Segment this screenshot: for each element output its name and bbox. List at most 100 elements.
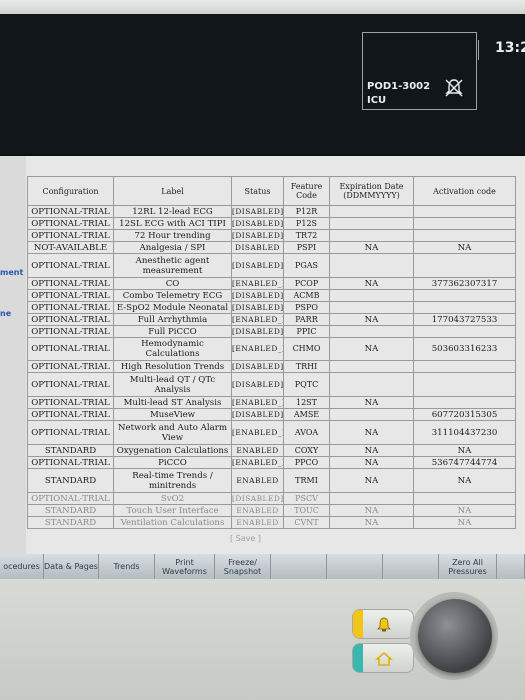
table-row[interactable]: OPTIONAL-TRIAL CO [ENABLED_] PCOP NA 37736230… [27,277,516,290]
table-row[interactable]: STANDARD Ventilation Calculations ENABLED C… [27,516,516,529]
softkey-button[interactable] [497,554,525,579]
activation-cell[interactable] [413,396,516,409]
table-row[interactable]: STANDARD Touch User Interface ENABLED TOUC N… [27,504,516,517]
status-cell: [ENABLED_] [231,456,284,469]
activation-cell[interactable]: 536747744774 [413,456,516,469]
activation-cell[interactable]: NA [413,468,516,493]
softkey-button[interactable]: Zero All Pressures [439,554,497,579]
home-button[interactable] [352,643,414,673]
table-row[interactable]: OPTIONAL-TRIAL Network and Auto Alarm Vie… [27,420,516,445]
activation-cell[interactable]: NA [413,241,516,254]
expiration-cell[interactable] [329,492,414,505]
softkey-button[interactable]: Freeze/ Snapshot [215,554,271,579]
expiration-cell[interactable] [329,217,414,230]
softkey-button[interactable]: ocedures [0,554,44,579]
activation-cell[interactable] [413,289,516,302]
table-row[interactable]: OPTIONAL-TRIAL MuseView [DISABLED] AMSE 6077… [27,408,516,421]
config-cell: OPTIONAL-TRIAL [27,492,114,505]
table-row[interactable]: STANDARD Real-time Trends / minitrends ENA… [27,468,516,493]
expiration-cell[interactable]: NA [329,241,414,254]
left-menu-item[interactable]: ment [0,268,23,277]
table-row[interactable]: OPTIONAL-TRIAL E-SpO2 Module Neonatal [DIS… [27,301,516,314]
expiration-cell[interactable]: NA [329,420,414,445]
expiration-cell[interactable] [329,205,414,218]
left-menu-item[interactable]: ne [0,309,11,318]
expiration-cell[interactable]: NA [329,444,414,457]
table-row[interactable]: OPTIONAL-TRIAL 72 Hour trending [DISABLED]… [27,229,516,242]
activation-cell[interactable]: 177043727533 [413,313,516,326]
activation-cell[interactable]: NA [413,516,516,529]
expiration-cell[interactable]: NA [329,516,414,529]
activation-cell[interactable]: 503603316233 [413,337,516,361]
softkey-button[interactable]: Print Waveforms [155,554,215,579]
code-cell: PSPO [283,301,330,314]
table-row[interactable]: OPTIONAL-TRIAL Combo Telemetry ECG [DISABL… [27,289,516,302]
config-cell: STANDARD [27,468,114,493]
label-cell: 12RL 12-lead ECG [113,205,232,218]
table-row[interactable]: OPTIONAL-TRIAL SvO2 [DISABLED] PSCV [27,492,516,505]
activation-cell[interactable] [413,360,516,373]
label-cell: Full PiCCO [113,325,232,338]
activation-cell[interactable] [413,325,516,338]
expiration-cell[interactable]: NA [329,337,414,361]
label-cell: Multi-lead QT / QTc Analysis [113,372,232,397]
table-row[interactable]: OPTIONAL-TRIAL PiCCO [ENABLED_] PPCO NA 53674… [27,456,516,469]
expiration-cell[interactable]: NA [329,504,414,517]
expiration-cell[interactable]: NA [329,396,414,409]
table-row[interactable]: OPTIONAL-TRIAL Full PiCCO [DISABLED] PPIC [27,325,516,338]
table-row[interactable]: OPTIONAL-TRIAL Multi-lead ST Analysis [ENA… [27,396,516,409]
expiration-cell[interactable] [329,253,414,278]
trim-knob[interactable] [418,599,492,673]
activation-cell[interactable]: NA [413,504,516,517]
activation-cell[interactable]: NA [413,444,516,457]
softkey-button[interactable]: Data & Pages [44,554,99,579]
table-row[interactable]: STANDARD Oxygenation Calculations ENABLED C… [27,444,516,457]
table-row[interactable]: OPTIONAL-TRIAL Anesthetic agent measureme… [27,253,516,278]
expiration-cell[interactable]: NA [329,468,414,493]
activation-cell[interactable]: 607720315305 [413,408,516,421]
table-row[interactable]: OPTIONAL-TRIAL Full Arrhythmia [ENABLED_] P… [27,313,516,326]
activation-cell[interactable] [413,253,516,278]
activation-cell[interactable] [413,372,516,397]
table-row[interactable]: NOT-AVAILABLE Analgesia / SPI DISABLED PSPI… [27,241,516,254]
label-cell: Analgesia / SPI [113,241,232,254]
softkey-button[interactable] [383,554,439,579]
save-button[interactable]: [ Save ] [230,534,261,543]
status-cell: ENABLED [231,504,284,517]
table-row[interactable]: OPTIONAL-TRIAL 12SL ECG with ACI TIPI [DIS… [27,217,516,230]
expiration-cell[interactable]: NA [329,313,414,326]
table-row[interactable]: OPTIONAL-TRIAL Hemodynamic Calculations [E… [27,337,516,361]
expiration-cell[interactable]: NA [329,277,414,290]
status-cell: ENABLED [231,468,284,493]
activation-cell[interactable] [413,229,516,242]
label-cell: SvO2 [113,492,232,505]
config-cell: OPTIONAL-TRIAL [27,217,114,230]
table-row[interactable]: OPTIONAL-TRIAL Multi-lead QT / QTc Analys… [27,372,516,397]
activation-cell[interactable] [413,217,516,230]
expiration-cell[interactable] [329,325,414,338]
softkey-button[interactable] [271,554,327,579]
table-row[interactable]: OPTIONAL-TRIAL 12RL 12-lead ECG [DISABLED]… [27,205,516,218]
softkey-button[interactable]: Trends [99,554,155,579]
status-cell: [DISABLED] [231,372,284,397]
activation-cell[interactable] [413,492,516,505]
expiration-cell[interactable] [329,229,414,242]
softkey-button[interactable] [327,554,383,579]
expiration-cell[interactable] [329,301,414,314]
alarm-silence-button[interactable] [352,609,414,639]
patient-info-box[interactable]: POD1-3002 ICU [362,32,477,110]
label-cell: Full Arrhythmia [113,313,232,326]
expiration-cell[interactable] [329,408,414,421]
expiration-cell[interactable] [329,372,414,397]
config-cell: STANDARD [27,516,114,529]
expiration-cell[interactable] [329,289,414,302]
activation-cell[interactable]: 377362307317 [413,277,516,290]
software-options-panel: ment ne Configuration Label Status Featu… [0,156,525,554]
activation-cell[interactable]: 311104437230 [413,420,516,445]
activation-cell[interactable] [413,301,516,314]
expiration-cell[interactable]: NA [329,456,414,469]
expiration-cell[interactable] [329,360,414,373]
activation-cell[interactable] [413,205,516,218]
config-cell: NOT-AVAILABLE [27,241,114,254]
table-row[interactable]: OPTIONAL-TRIAL High Resolution Trends [DIS… [27,360,516,373]
